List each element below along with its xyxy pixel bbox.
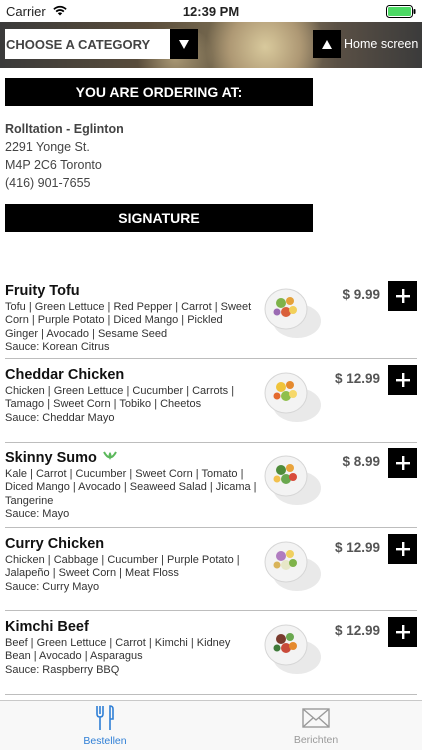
plus-icon [395,373,410,387]
add-button[interactable] [388,448,417,478]
triangle-down-icon [179,39,189,49]
item-sauce: Sauce: Cheddar Mayo [5,411,115,424]
food-image [264,288,321,338]
item-name: Kimchi Beef [5,619,89,635]
tab-bestellen[interactable]: Bestellen [35,705,175,747]
item-ingredients: Tofu | Green Lettuce | Red Pepper | Carr… [5,301,252,340]
clock: 12:39 PM [182,4,240,19]
home-screen-button[interactable] [313,30,341,58]
item-price: $ 12.99 [334,540,380,555]
category-select[interactable]: CHOOSE A CATEGORY [5,29,170,59]
fork-knife-icon [96,705,114,730]
item-name: Fruity Tofu [5,283,80,299]
item-description: Kale | Carrot | Cucumber | Sweet Corn | … [5,468,257,522]
ordering-heading: YOU ARE ORDERING AT: [5,78,313,106]
food-image [264,624,321,674]
section-title: SIGNATURE [5,204,313,232]
location-name: Rolltation - Eglinton [5,122,124,136]
add-button[interactable] [388,365,417,395]
item-sauce: Sauce: Raspberry BBQ [5,663,120,676]
item-ingredients: Beef | Green Lettuce | Carrot | Kimchi |… [5,637,231,663]
header-bar: CHOOSE A CATEGORY Home screen [0,22,422,68]
item-description: Tofu | Green Lettuce | Red Pepper | Carr… [5,301,257,355]
battery-icon [386,5,416,18]
divider [5,442,417,443]
item-sauce: Sauce: Mayo [5,508,70,521]
plus-icon [395,289,410,303]
item-name: Cheddar Chicken [5,367,125,383]
item-description: Chicken | Cabbage | Cucumber | Purple Po… [5,554,257,594]
item-ingredients: Chicken | Cabbage | Cucumber | Purple Po… [5,554,240,580]
item-sauce: Sauce: Curry Mayo [5,580,100,593]
item-price: $ 9.99 [342,287,380,302]
plus-icon [395,542,410,556]
item-name-text: Skinny Sumo [5,450,97,466]
add-button[interactable] [388,281,417,311]
item-price: $ 12.99 [334,371,380,386]
tab-label: Bestellen [83,735,127,747]
tab-bar: Bestellen Berichten [0,700,422,750]
add-button[interactable] [388,617,417,647]
divider [5,358,417,359]
vegan-leaf-icon [103,451,117,460]
address-line-2: M4P 2C6 Toronto [5,158,102,172]
item-description: Beef | Green Lettuce | Carrot | Kimchi |… [5,637,257,677]
item-name: Skinny Sumo [5,450,117,466]
phone-number: (416) 901-7655 [5,176,91,190]
food-image [264,455,321,505]
item-ingredients: Kale | Carrot | Cucumber | Sweet Corn | … [5,468,257,507]
add-button[interactable] [388,534,417,564]
food-image [264,372,321,422]
category-dropdown-button[interactable] [170,29,198,59]
item-name: Curry Chicken [5,536,105,552]
divider [5,610,417,611]
divider [5,694,417,695]
item-sauce: Sauce: Korean Citrus [5,341,110,354]
plus-icon [395,456,410,470]
triangle-up-icon [322,39,332,49]
tab-berichten[interactable]: Berichten [246,705,386,746]
divider [5,527,417,528]
plus-icon [395,625,410,639]
status-bar: Carrier 12:39 PM [0,0,422,22]
home-screen-label[interactable]: Home screen [344,37,418,51]
item-price: $ 8.99 [342,454,380,469]
envelope-icon [302,708,330,728]
item-description: Chicken | Green Lettuce | Cucumber | Car… [5,385,257,425]
item-price: $ 12.99 [334,623,380,638]
item-ingredients: Chicken | Green Lettuce | Cucumber | Car… [5,385,235,411]
address-line-1: 2291 Yonge St. [5,140,90,154]
food-image [264,541,321,591]
tab-label: Berichten [293,734,339,746]
